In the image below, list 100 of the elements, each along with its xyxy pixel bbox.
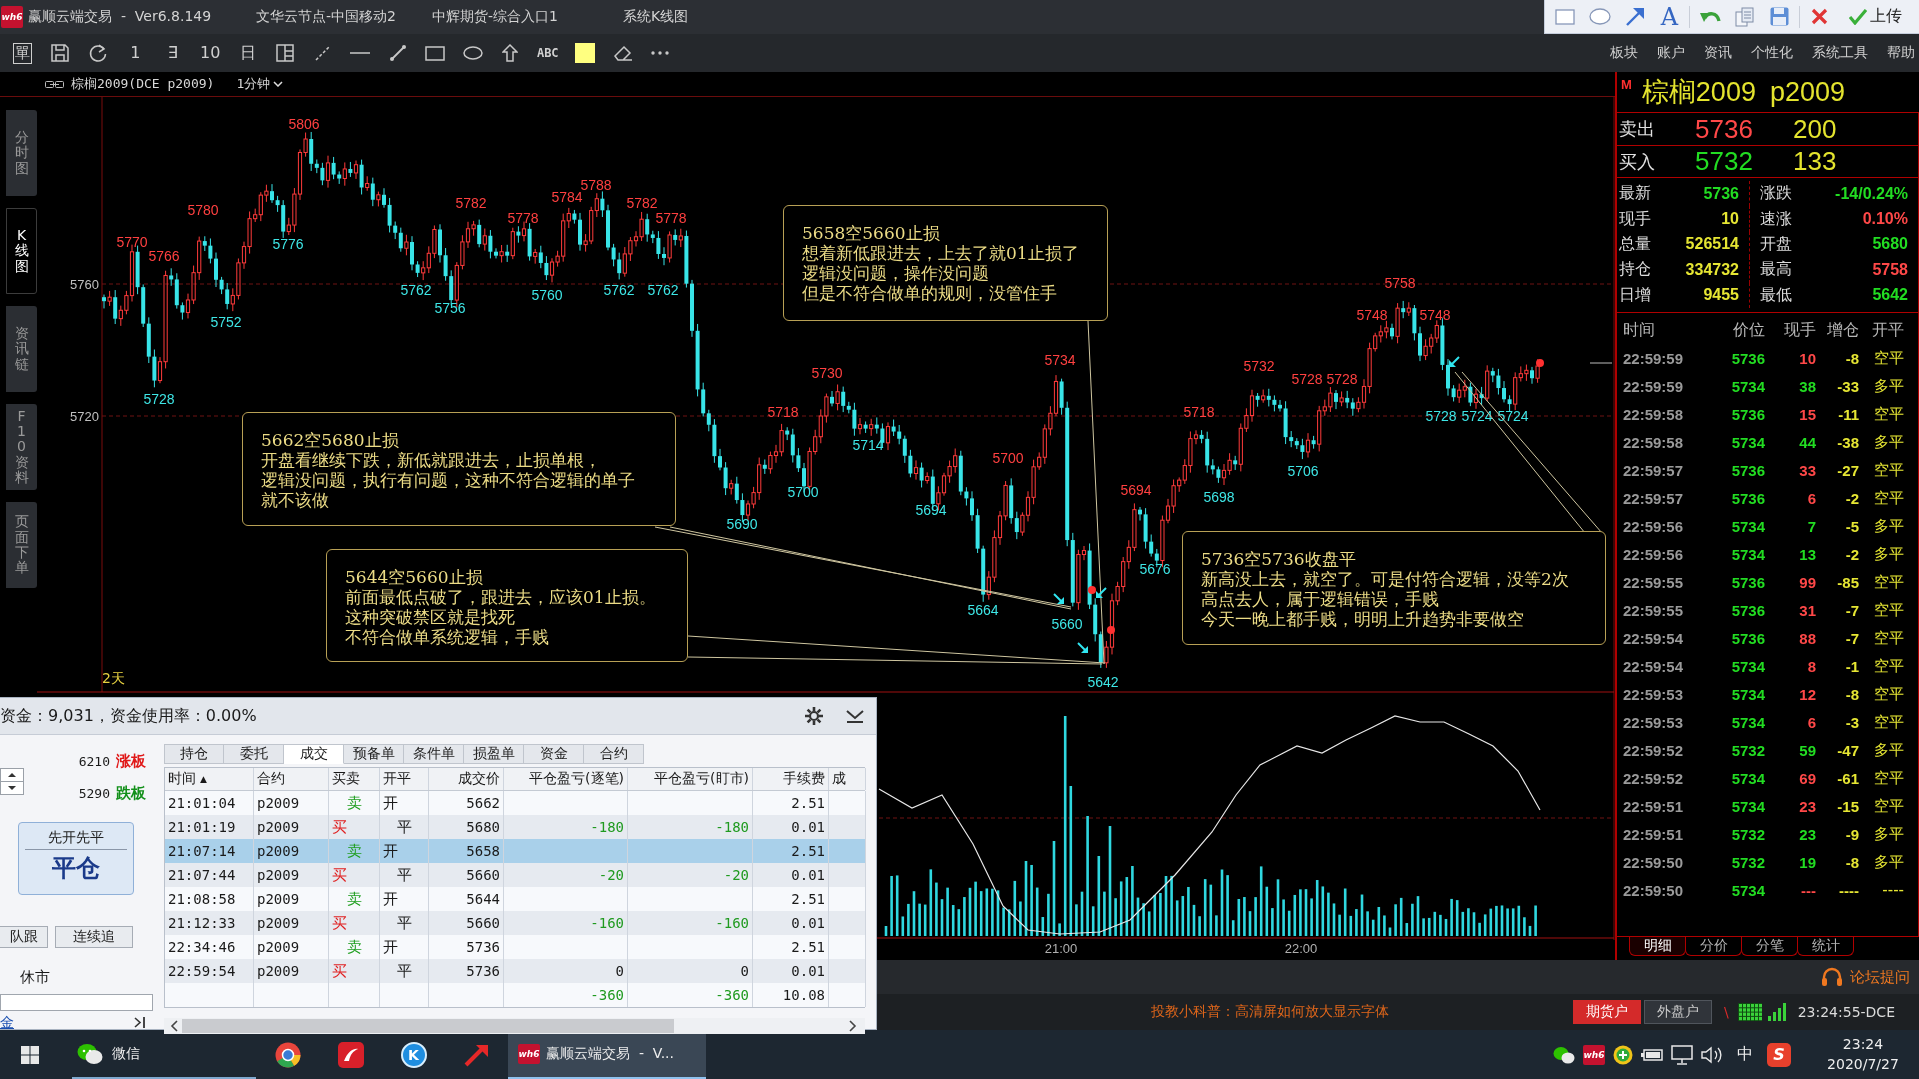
account-tab[interactable]: 期货户 xyxy=(1572,1000,1641,1024)
input-app-icon[interactable]: S xyxy=(1767,1042,1791,1067)
trade-row[interactable]: 21:08:58 p2009 卖 开 5644 2.51 xyxy=(165,887,865,911)
text-tool[interactable]: ABC xyxy=(536,46,559,60)
arrow-up-icon[interactable] xyxy=(502,44,519,62)
trade-row[interactable]: 22:34:46 p2009 卖 开 5736 2.51 xyxy=(165,935,865,959)
text-tool[interactable]: A xyxy=(1660,3,1679,30)
collapse-icon[interactable] xyxy=(846,709,864,723)
side-tab[interactable]: 资讯链 xyxy=(6,306,37,392)
layout-icon[interactable] xyxy=(275,43,296,63)
column-header[interactable]: 平仓盈亏(逐笔) xyxy=(504,768,628,790)
toolbar-button[interactable]: 日 xyxy=(239,43,256,63)
column-header[interactable]: 手续费 xyxy=(753,768,829,790)
trade-row[interactable]: 21:07:14 p2009 卖 开 5658 2.51 xyxy=(165,839,865,863)
speaker-icon[interactable] xyxy=(1701,1045,1723,1064)
rectangle-icon[interactable] xyxy=(425,45,446,61)
tip-link[interactable]: 投教小科普：高清屏如何放大显示字体 xyxy=(1151,1003,1389,1021)
column-header[interactable]: 成 xyxy=(829,768,866,790)
toolbar-button[interactable]: 1 xyxy=(130,43,141,63)
menu-item[interactable]: 个性化 xyxy=(1751,44,1793,62)
close-position-button[interactable]: 先开先平 平仓 xyxy=(18,822,134,895)
plus-circle-icon[interactable] xyxy=(1613,1044,1633,1065)
windows-start-icon[interactable] xyxy=(21,1045,39,1064)
detail-tab[interactable]: 统计 xyxy=(1797,937,1854,956)
panel-tab[interactable]: 预备单 xyxy=(344,744,404,764)
refresh-icon[interactable] xyxy=(87,43,108,63)
detail-tab[interactable]: 明细 xyxy=(1629,937,1686,956)
spinner-icon[interactable] xyxy=(0,767,24,795)
more-icon[interactable] xyxy=(651,51,670,55)
period-dropdown[interactable]: 1分钟 xyxy=(236,75,284,93)
menu-item[interactable]: 系统工具 xyxy=(1812,44,1868,62)
account-tab[interactable]: 外盘户 xyxy=(1643,1000,1712,1024)
arrow-icon[interactable] xyxy=(1624,6,1645,27)
skip-end-icon[interactable] xyxy=(134,1017,146,1028)
column-header[interactable]: 买卖 xyxy=(329,768,380,790)
trade-row[interactable]: 22:59:54 p2009 买 平 5736 0 0 0.01 xyxy=(165,959,865,983)
side-tab[interactable]: K线图 xyxy=(6,208,37,294)
panel-tab[interactable]: 成交 xyxy=(284,744,344,764)
deposit-link[interactable]: 金 xyxy=(0,1014,14,1031)
trade-row[interactable]: 21:01:19 p2009 买 平 5680 -180 -180 0.01 xyxy=(165,815,865,839)
side-tab[interactable]: 分时图 xyxy=(6,110,37,196)
column-header[interactable]: 成交价 xyxy=(429,768,504,790)
app-logo-icon[interactable]: wh6 xyxy=(1583,1044,1605,1065)
horizontal-line-icon[interactable] xyxy=(350,51,371,55)
horizontal-scrollbar[interactable] xyxy=(164,1018,865,1034)
clock-date[interactable]: 2020/7/27 xyxy=(1827,1056,1899,1073)
app-icon[interactable] xyxy=(337,1041,364,1068)
order-button[interactable]: 單 xyxy=(13,42,33,64)
column-header[interactable]: 开平 xyxy=(380,768,429,790)
price-label: 5690 xyxy=(726,516,758,532)
eraser-icon[interactable] xyxy=(612,44,633,62)
clock-time[interactable]: 23:24 xyxy=(1842,1036,1884,1053)
scroll-left-icon[interactable] xyxy=(170,1020,178,1032)
monitor-icon[interactable] xyxy=(1671,1044,1693,1065)
color-swatch-icon[interactable] xyxy=(575,43,596,63)
toolbar-button[interactable]: 10 xyxy=(200,43,221,63)
input-method-indicator[interactable]: 中 xyxy=(1737,1044,1753,1065)
menu-item[interactable]: 资讯 xyxy=(1704,44,1732,62)
panel-tab[interactable]: 损盈单 xyxy=(464,744,524,764)
link-icon[interactable] xyxy=(45,79,64,89)
save-icon[interactable] xyxy=(50,43,71,63)
chart-note: 5736空5736收盘平 新高没上去，就空了。可是付符合逻辑，没等2次 高点去人，属于逻辑错误，手贱 今天一晚上都手贱，明明上升趋势非要做空 xyxy=(1182,531,1606,645)
order-button[interactable]: 队跟 xyxy=(0,926,48,948)
column-header[interactable]: 时间 ▲ xyxy=(165,768,254,790)
tick-time: 22:59:58 xyxy=(1623,405,1685,423)
diagonal-line-icon[interactable] xyxy=(314,45,331,61)
battery-icon[interactable] xyxy=(1641,1047,1663,1062)
trade-row[interactable]: 21:12:33 p2009 买 平 5660 -160 -160 0.01 xyxy=(165,911,865,935)
panel-tab[interactable]: 条件单 xyxy=(404,744,464,764)
price-label: 5734 xyxy=(1044,352,1076,368)
tick-price: 5736 xyxy=(1730,461,1765,479)
side-tab[interactable]: 页面下单 xyxy=(6,502,37,588)
forum-link[interactable]: 论坛提问 xyxy=(1850,967,1910,987)
panel-tab[interactable]: 合约 xyxy=(584,744,644,764)
panel-tab[interactable]: 资金 xyxy=(524,744,584,764)
panel-tab[interactable]: 持仓 xyxy=(164,744,224,764)
scrollbar-thumb[interactable] xyxy=(182,1019,674,1033)
settings-icon[interactable] xyxy=(804,706,824,726)
trend-arrow-icon[interactable] xyxy=(463,1042,490,1067)
order-button[interactable]: 连续追 xyxy=(55,926,133,948)
toolbar-button[interactable]: ∃ xyxy=(167,43,178,63)
close-icon[interactable] xyxy=(1811,8,1828,25)
panel-tab[interactable]: 委托 xyxy=(224,744,284,764)
letter-logo-icon[interactable]: K xyxy=(400,1041,427,1068)
column-header[interactable]: 平仓盈亏(盯市) xyxy=(628,768,753,790)
menu-item[interactable]: 帮助 xyxy=(1887,44,1915,62)
upload-button[interactable]: 上传 xyxy=(1849,6,1902,27)
trade-row[interactable]: 21:01:04 p2009 卖 开 5662 2.51 xyxy=(165,791,865,815)
menu-item[interactable]: 板块 xyxy=(1610,44,1638,62)
line-segment-icon[interactable] xyxy=(388,44,407,62)
browser-icon[interactable] xyxy=(274,1041,301,1068)
chat-bubbles-icon[interactable] xyxy=(1553,1045,1575,1064)
ellipse-icon[interactable] xyxy=(462,46,483,60)
column-header[interactable]: 合约 xyxy=(254,768,329,790)
tick-time: 22:59:53 xyxy=(1623,685,1685,703)
trade-row[interactable]: 21:07:44 p2009 买 平 5660 -20 -20 0.01 xyxy=(165,863,865,887)
input-field[interactable] xyxy=(0,994,153,1011)
scroll-right-icon[interactable] xyxy=(849,1020,857,1032)
side-tab[interactable]: F10资料 xyxy=(6,404,37,490)
menu-item[interactable]: 账户 xyxy=(1657,44,1685,62)
